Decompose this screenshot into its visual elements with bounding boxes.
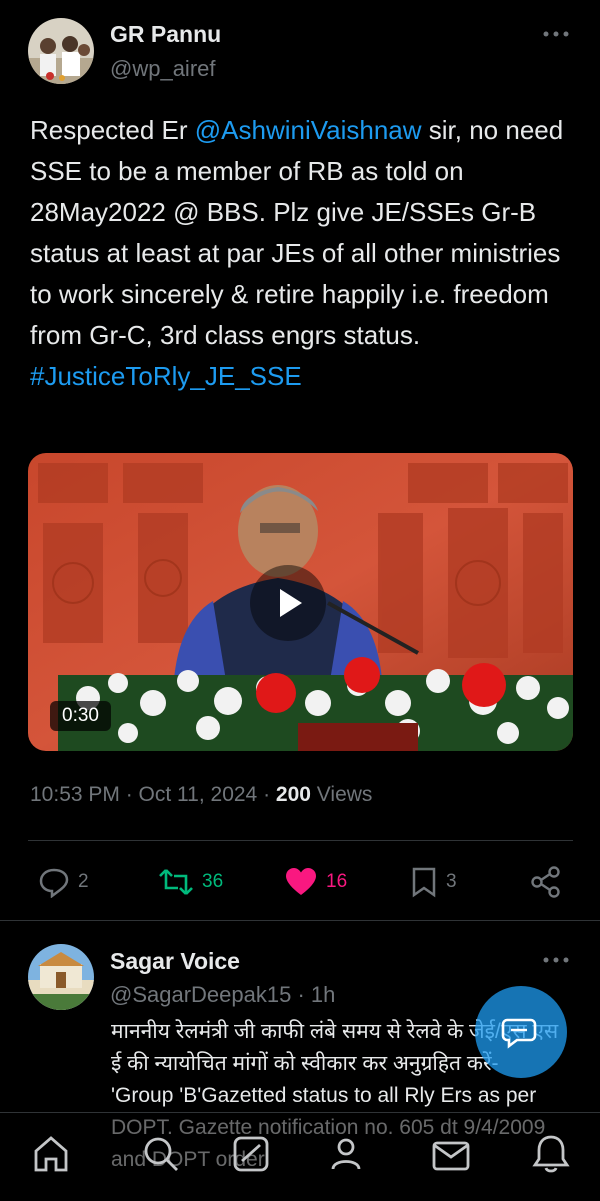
timestamp[interactable]: 10:53 PM · Oct 11, 2024 ·: [30, 783, 276, 806]
reply-count: 2: [78, 871, 89, 892]
author-handle[interactable]: @wp_airef: [110, 56, 216, 82]
reply-author-name[interactable]: Sagar Voice: [110, 948, 240, 975]
compose-icon: [501, 1018, 537, 1049]
play-icon: [280, 589, 302, 617]
divider: [28, 840, 573, 841]
compose-button[interactable]: [475, 986, 567, 1078]
more-icon[interactable]: [542, 946, 570, 974]
play-button[interactable]: [250, 565, 326, 641]
avatar-image: [28, 944, 94, 1010]
mention-link[interactable]: @AshwiniVaishnaw: [195, 115, 422, 145]
like-button[interactable]: 16: [284, 866, 347, 898]
notifications-icon[interactable]: [530, 1133, 572, 1175]
reply-icon: [39, 868, 69, 898]
views-count: 200: [275, 783, 311, 806]
author-name[interactable]: GR Pannu: [110, 21, 221, 48]
divider: [0, 920, 600, 921]
grok-icon[interactable]: [230, 1133, 272, 1175]
author-avatar[interactable]: [28, 18, 94, 84]
bookmark-button[interactable]: 3: [410, 866, 457, 898]
retweet-count: 36: [202, 871, 224, 892]
search-icon[interactable]: [140, 1133, 182, 1175]
video-duration: 0:30: [50, 701, 111, 731]
share-button[interactable]: [530, 866, 562, 898]
tweet-text: Respected Er @AshwiniVaishnaw sir, no ne…: [30, 110, 575, 397]
retweet-button[interactable]: 36: [158, 866, 223, 898]
bookmark-count: 3: [446, 871, 457, 892]
retweet-icon: [159, 869, 193, 895]
share-icon: [531, 866, 560, 898]
tweet-text-body: sir, no need SSE to be a member of RB as…: [30, 115, 564, 350]
reply-author-handle[interactable]: @SagarDeepak15 · 1h: [110, 982, 335, 1008]
reply-button[interactable]: 2: [38, 866, 89, 898]
video-player[interactable]: 0:30: [28, 453, 573, 751]
more-icon[interactable]: [542, 20, 570, 48]
tweet-meta: 10:53 PM · Oct 11, 2024 · 200 Views: [30, 783, 372, 807]
communities-icon[interactable]: [325, 1133, 367, 1175]
bottom-nav: [0, 1112, 600, 1201]
bookmark-icon: [412, 867, 436, 898]
hashtag-link[interactable]: #JusticeToRly_JE_SSE: [30, 361, 302, 391]
reply-author-avatar[interactable]: [28, 944, 94, 1010]
messages-icon[interactable]: [430, 1135, 472, 1177]
views-label: Views: [310, 783, 373, 806]
like-icon: [286, 868, 316, 895]
avatar-image: [28, 18, 94, 84]
like-count: 16: [326, 871, 348, 892]
tweet-text-intro: Respected Er: [30, 115, 195, 145]
home-icon[interactable]: [30, 1133, 72, 1175]
